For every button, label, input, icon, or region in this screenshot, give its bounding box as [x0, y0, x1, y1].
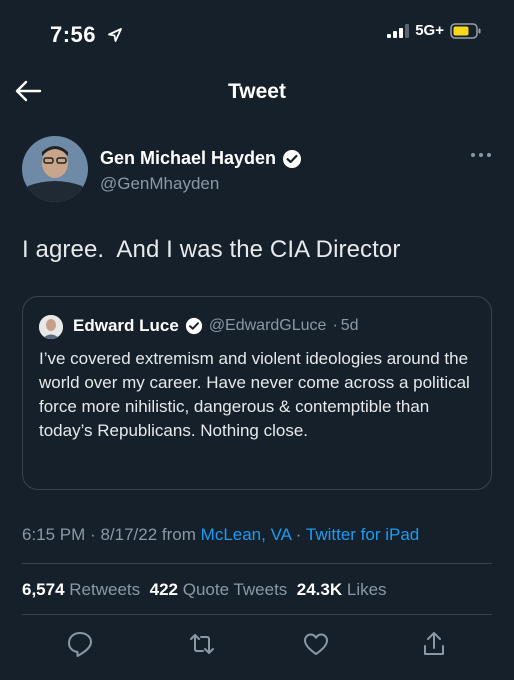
source-link[interactable]: Twitter for iPad	[306, 525, 419, 544]
location-arrow-icon	[107, 28, 122, 42]
meta-separator: ·	[90, 525, 96, 544]
author-name[interactable]: Gen Michael Hayden	[100, 148, 276, 169]
quoted-header: Edward Luce @EdwardGLuce · 5d	[73, 316, 359, 336]
status-time: 7:56	[50, 22, 123, 48]
battery-icon	[450, 22, 481, 39]
tweet-time: 6:15 PM	[22, 525, 86, 544]
divider	[22, 563, 492, 564]
likes-stat[interactable]: 24.3K Likes	[297, 580, 387, 599]
author-name-row[interactable]: Gen Michael Hayden	[100, 148, 302, 169]
quoted-text: I’ve covered extremism and violent ideol…	[39, 349, 470, 440]
from-label: from	[161, 525, 196, 544]
divider	[22, 614, 492, 615]
status-time-text: 7:56	[50, 22, 97, 47]
status-right: 5G+	[387, 22, 482, 39]
author-handle[interactable]: @GenMhayden	[100, 174, 219, 194]
share-icon[interactable]	[420, 630, 448, 658]
quoted-separator: ·	[332, 317, 338, 334]
quoted-age: 5d	[340, 317, 359, 334]
retweets-stat[interactable]: 6,574 Retweets	[22, 580, 140, 599]
tweet-date: 8/17/22	[100, 525, 158, 544]
quoted-author-name: Edward Luce	[73, 316, 179, 335]
quoted-author-handle: @EdwardGLuce	[208, 317, 327, 334]
quoted-tweet[interactable]: Edward Luce @EdwardGLuce · 5d I’ve cover…	[22, 296, 492, 490]
more-icon[interactable]	[470, 150, 492, 160]
verified-badge-icon	[283, 149, 302, 168]
quote-count: 422	[149, 580, 178, 599]
action-bar	[0, 630, 514, 662]
likes-count: 24.3K	[296, 580, 343, 599]
quoted-avatar[interactable]	[39, 315, 63, 339]
quote-label: Quote Tweets	[182, 580, 288, 599]
retweet-icon[interactable]	[188, 630, 216, 658]
likes-label: Likes	[346, 580, 387, 599]
retweets-count: 6,574	[22, 580, 65, 599]
page-title: Tweet	[228, 80, 286, 103]
quote-tweets-stat[interactable]: 422 Quote Tweets	[150, 580, 288, 599]
reply-icon[interactable]	[66, 630, 94, 658]
meta-separator: ·	[295, 525, 302, 544]
tweet-text: I agree. And I was the CIA Director	[22, 236, 401, 263]
avatar[interactable]	[22, 136, 88, 202]
verified-badge-icon	[185, 317, 202, 335]
location-link[interactable]: McLean, VA	[201, 525, 291, 544]
signal-icon	[387, 23, 410, 38]
network-type: 5G+	[415, 22, 444, 39]
tweet-meta: 6:15 PM · 8/17/22 from McLean, VA · Twit…	[22, 525, 419, 545]
like-icon[interactable]	[302, 630, 330, 658]
retweets-label: Retweets	[69, 580, 141, 599]
tweet-stats: 6,574 Retweets 422 Quote Tweets 24.3K Li…	[22, 580, 387, 600]
